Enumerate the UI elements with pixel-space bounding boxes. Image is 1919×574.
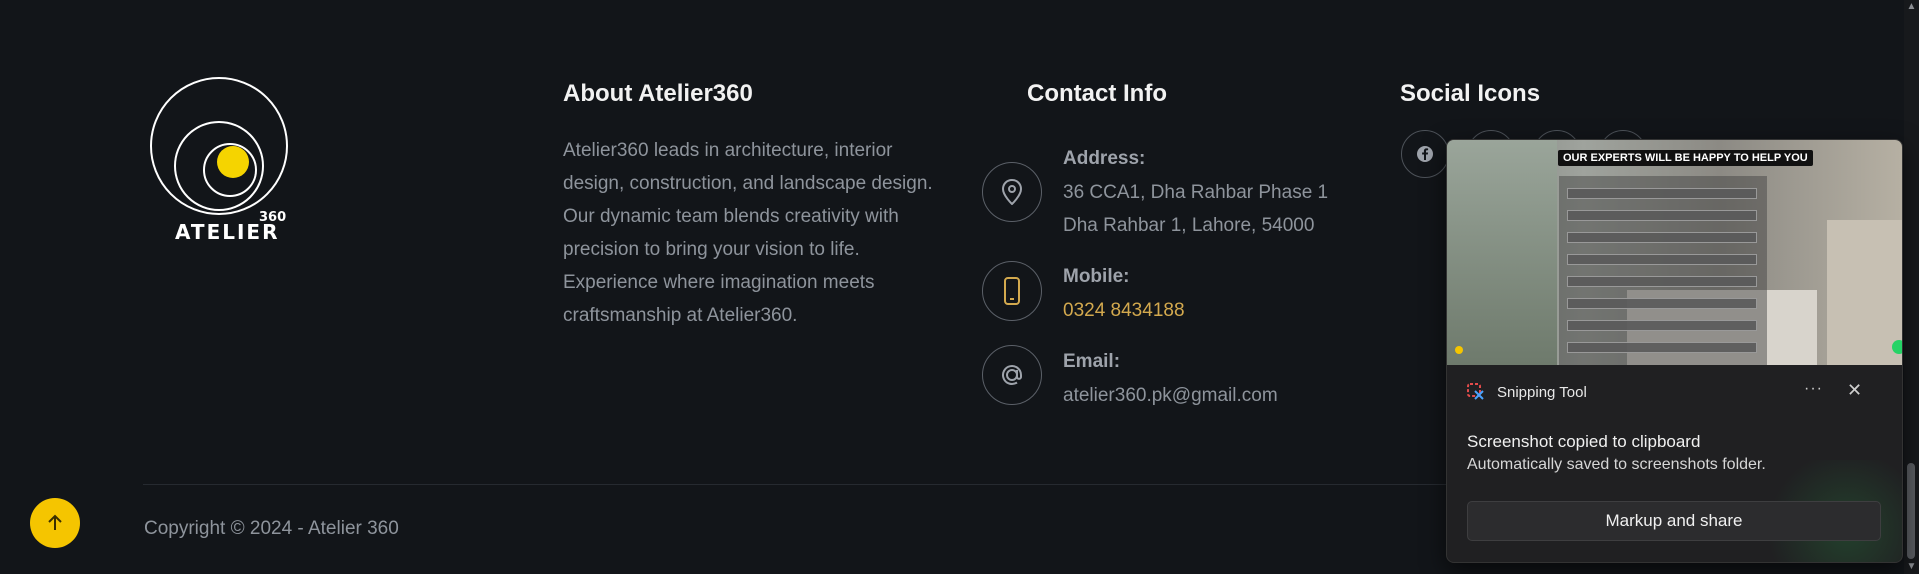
facebook-icon[interactable] (1401, 130, 1449, 178)
preview-dot (1455, 346, 1463, 354)
social-heading: Social Icons (1400, 80, 1541, 107)
preview-form (1559, 176, 1767, 365)
scroll-down-arrow-icon[interactable]: ▼ (1904, 560, 1919, 574)
preview-form-field (1567, 232, 1757, 243)
snipping-tool-notification[interactable]: OUR EXPERTS WILL BE HAPPY TO HELP YOU Sn… (1446, 139, 1903, 563)
preview-furniture (1827, 220, 1902, 365)
preview-banner: OUR EXPERTS WILL BE HAPPY TO HELP YOU (1558, 150, 1813, 166)
scrollbar-thumb[interactable] (1907, 463, 1915, 559)
whatsapp-icon (1892, 340, 1902, 354)
preview-form-field (1567, 342, 1757, 353)
address-line-2: Dha Rahbar 1, Lahore, 54000 (1063, 215, 1315, 236)
logo-superscript: 360 (259, 210, 287, 225)
at-sign-icon (982, 345, 1042, 405)
scroll-to-top-button[interactable] (30, 498, 80, 548)
location-pin-icon (982, 162, 1042, 222)
screenshot-preview[interactable]: OUR EXPERTS WILL BE HAPPY TO HELP YOU (1447, 140, 1902, 365)
email-link[interactable]: atelier360.pk@gmail.com (1063, 379, 1278, 412)
toast-app-name: Snipping Tool (1497, 383, 1587, 401)
toast-subtitle: Automatically saved to screenshots folde… (1467, 456, 1766, 473)
preview-form-field (1567, 210, 1757, 221)
preview-form-field (1567, 276, 1757, 287)
preview-form-field (1567, 188, 1757, 199)
preview-window (1447, 140, 1557, 365)
markup-and-share-button[interactable]: Markup and share (1467, 501, 1881, 541)
atelier360-logo[interactable]: ATELIER 360 (145, 76, 293, 246)
toast-header: Snipping Tool (1467, 383, 1587, 401)
about-description: Atelier360 leads in architecture, interi… (563, 140, 933, 326)
snipping-tool-icon (1467, 383, 1484, 400)
scroll-up-arrow-icon[interactable]: ▲ (1904, 0, 1919, 14)
preview-form-field (1567, 298, 1757, 309)
copyright-text: Copyright © 2024 - Atelier 360 (144, 518, 399, 539)
preview-form-field (1567, 320, 1757, 331)
contact-heading: Contact Info (1027, 80, 1167, 107)
address-label: Address: (1063, 148, 1146, 169)
mobile-phone-icon (982, 261, 1042, 321)
about-heading: About Atelier360 (563, 80, 753, 107)
email-label: Email: (1063, 351, 1121, 372)
arrow-up-icon (48, 514, 62, 530)
toast-title: Screenshot copied to clipboard (1467, 432, 1701, 451)
preview-form-field (1567, 254, 1757, 265)
mobile-number-link[interactable]: 0324 8434188 (1063, 294, 1185, 327)
mobile-label: Mobile: (1063, 266, 1130, 287)
address-line-1: 36 CCA1, Dha Rahbar Phase 1 (1063, 182, 1329, 203)
close-icon[interactable]: ✕ (1847, 380, 1862, 401)
more-options-button[interactable]: ··· (1804, 380, 1823, 398)
